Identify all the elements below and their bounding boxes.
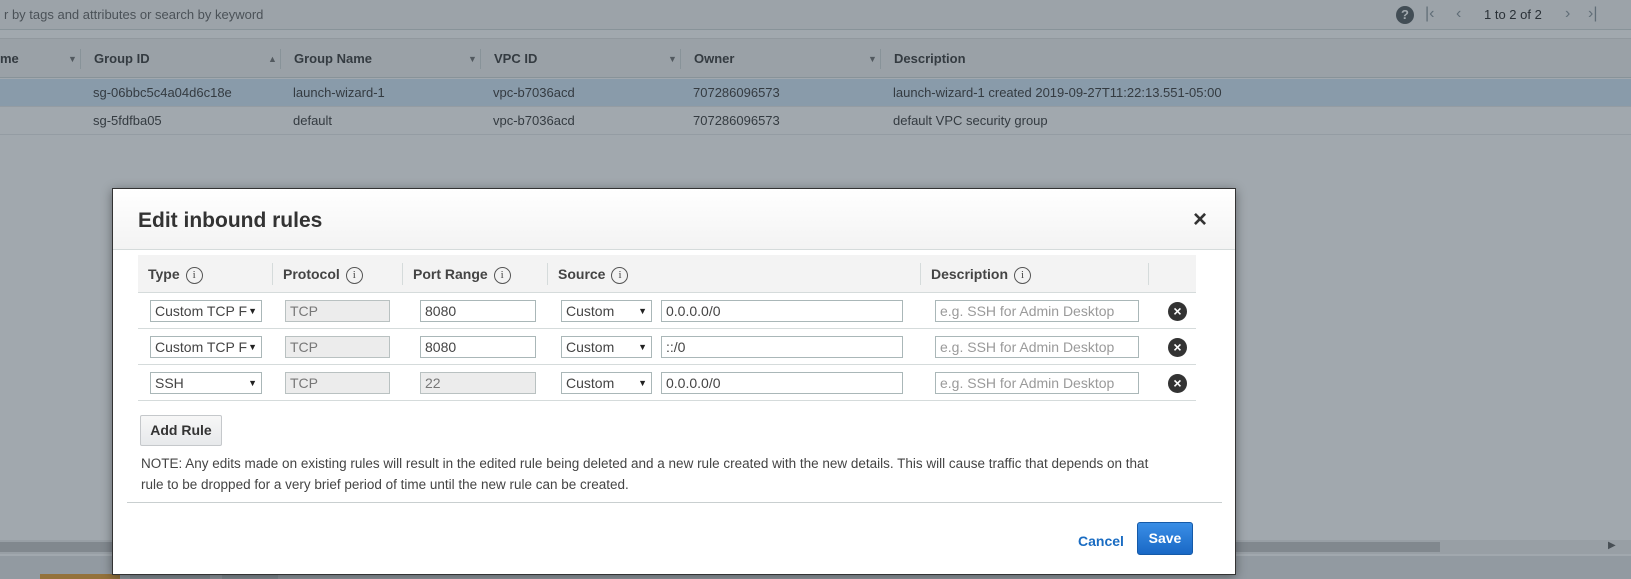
save-button[interactable]: Save xyxy=(1137,522,1193,555)
dropdown-caret-icon: ▼ xyxy=(248,342,257,352)
type-select[interactable]: Custom TCP F ▼ xyxy=(150,300,262,322)
header-protocol: Protocol i xyxy=(283,255,363,293)
source-cidr-input[interactable]: ::/0 xyxy=(661,336,903,358)
delete-rule-icon[interactable]: × xyxy=(1168,302,1187,321)
header-port-range: Port Range i xyxy=(413,255,511,293)
rule-row: SSH ▼ TCP 22 Custom ▼ 0.0.0.0/0 e.g. SSH f… xyxy=(138,365,1196,401)
close-icon[interactable]: × xyxy=(1193,206,1207,234)
info-icon[interactable]: i xyxy=(345,266,363,284)
column-divider xyxy=(1148,263,1149,285)
dropdown-caret-icon: ▼ xyxy=(638,306,647,316)
header-type: Type i xyxy=(148,255,203,293)
source-cidr-input[interactable]: 0.0.0.0/0 xyxy=(661,300,903,322)
source-type-value: Custom xyxy=(566,339,615,355)
header-description: Description i xyxy=(931,255,1032,293)
add-rule-button[interactable]: Add Rule xyxy=(140,415,222,446)
description-input[interactable]: e.g. SSH for Admin Desktop xyxy=(935,336,1139,358)
port-range-input[interactable]: 8080 xyxy=(420,336,536,358)
header-type-label: Type xyxy=(148,266,180,282)
protocol-field: TCP xyxy=(285,372,390,394)
dialog-title: Edit inbound rules xyxy=(138,209,323,232)
type-select-value: Custom TCP F xyxy=(155,339,248,355)
column-divider xyxy=(920,263,921,285)
header-description-label: Description xyxy=(931,266,1009,282)
column-divider xyxy=(272,263,273,285)
protocol-field: TCP xyxy=(285,300,390,322)
delete-rule-icon[interactable]: × xyxy=(1168,374,1187,393)
description-input[interactable]: e.g. SSH for Admin Desktop xyxy=(935,300,1139,322)
info-icon[interactable]: i xyxy=(493,266,511,284)
rules-table-header: Type i Protocol i Port Range i Source i Desc… xyxy=(138,255,1196,293)
rule-row: Custom TCP F ▼ TCP 8080 Custom ▼ ::/0 e.g.… xyxy=(138,329,1196,365)
header-protocol-label: Protocol xyxy=(283,266,340,282)
delete-rule-icon[interactable]: × xyxy=(1168,338,1187,357)
source-type-select[interactable]: Custom ▼ xyxy=(561,300,652,322)
header-source: Source i xyxy=(558,255,629,293)
type-select-value: SSH xyxy=(155,375,184,391)
type-select-value: Custom TCP F xyxy=(155,303,248,319)
dropdown-caret-icon: ▼ xyxy=(638,378,647,388)
info-icon[interactable]: i xyxy=(611,266,629,284)
cancel-button[interactable]: Cancel xyxy=(1078,533,1124,549)
port-range-field: 22 xyxy=(420,372,536,394)
column-divider xyxy=(547,263,548,285)
source-type-select[interactable]: Custom ▼ xyxy=(561,372,652,394)
dropdown-caret-icon: ▼ xyxy=(248,378,257,388)
edit-inbound-rules-dialog: Edit inbound rules × Type i Protocol i Por… xyxy=(112,188,1236,575)
header-port-range-label: Port Range xyxy=(413,266,488,282)
source-type-value: Custom xyxy=(566,303,615,319)
dialog-header: Edit inbound rules × xyxy=(113,189,1235,250)
port-range-input[interactable]: 8080 xyxy=(420,300,536,322)
source-type-value: Custom xyxy=(566,375,615,391)
protocol-field: TCP xyxy=(285,336,390,358)
info-icon[interactable]: i xyxy=(1014,266,1032,284)
column-divider xyxy=(402,263,403,285)
rule-row: Custom TCP F ▼ TCP 8080 Custom ▼ 0.0.0.0/0… xyxy=(138,293,1196,329)
footer-divider xyxy=(127,502,1222,503)
header-source-label: Source xyxy=(558,266,606,282)
dropdown-caret-icon: ▼ xyxy=(638,342,647,352)
dropdown-caret-icon: ▼ xyxy=(248,306,257,316)
source-type-select[interactable]: Custom ▼ xyxy=(561,336,652,358)
type-select[interactable]: Custom TCP F ▼ xyxy=(150,336,262,358)
source-cidr-input[interactable]: 0.0.0.0/0 xyxy=(661,372,903,394)
info-icon[interactable]: i xyxy=(185,266,203,284)
edit-rules-note: NOTE: Any edits made on existing rules w… xyxy=(141,456,1149,492)
description-input[interactable]: e.g. SSH for Admin Desktop xyxy=(935,372,1139,394)
type-select[interactable]: SSH ▼ xyxy=(150,372,262,394)
